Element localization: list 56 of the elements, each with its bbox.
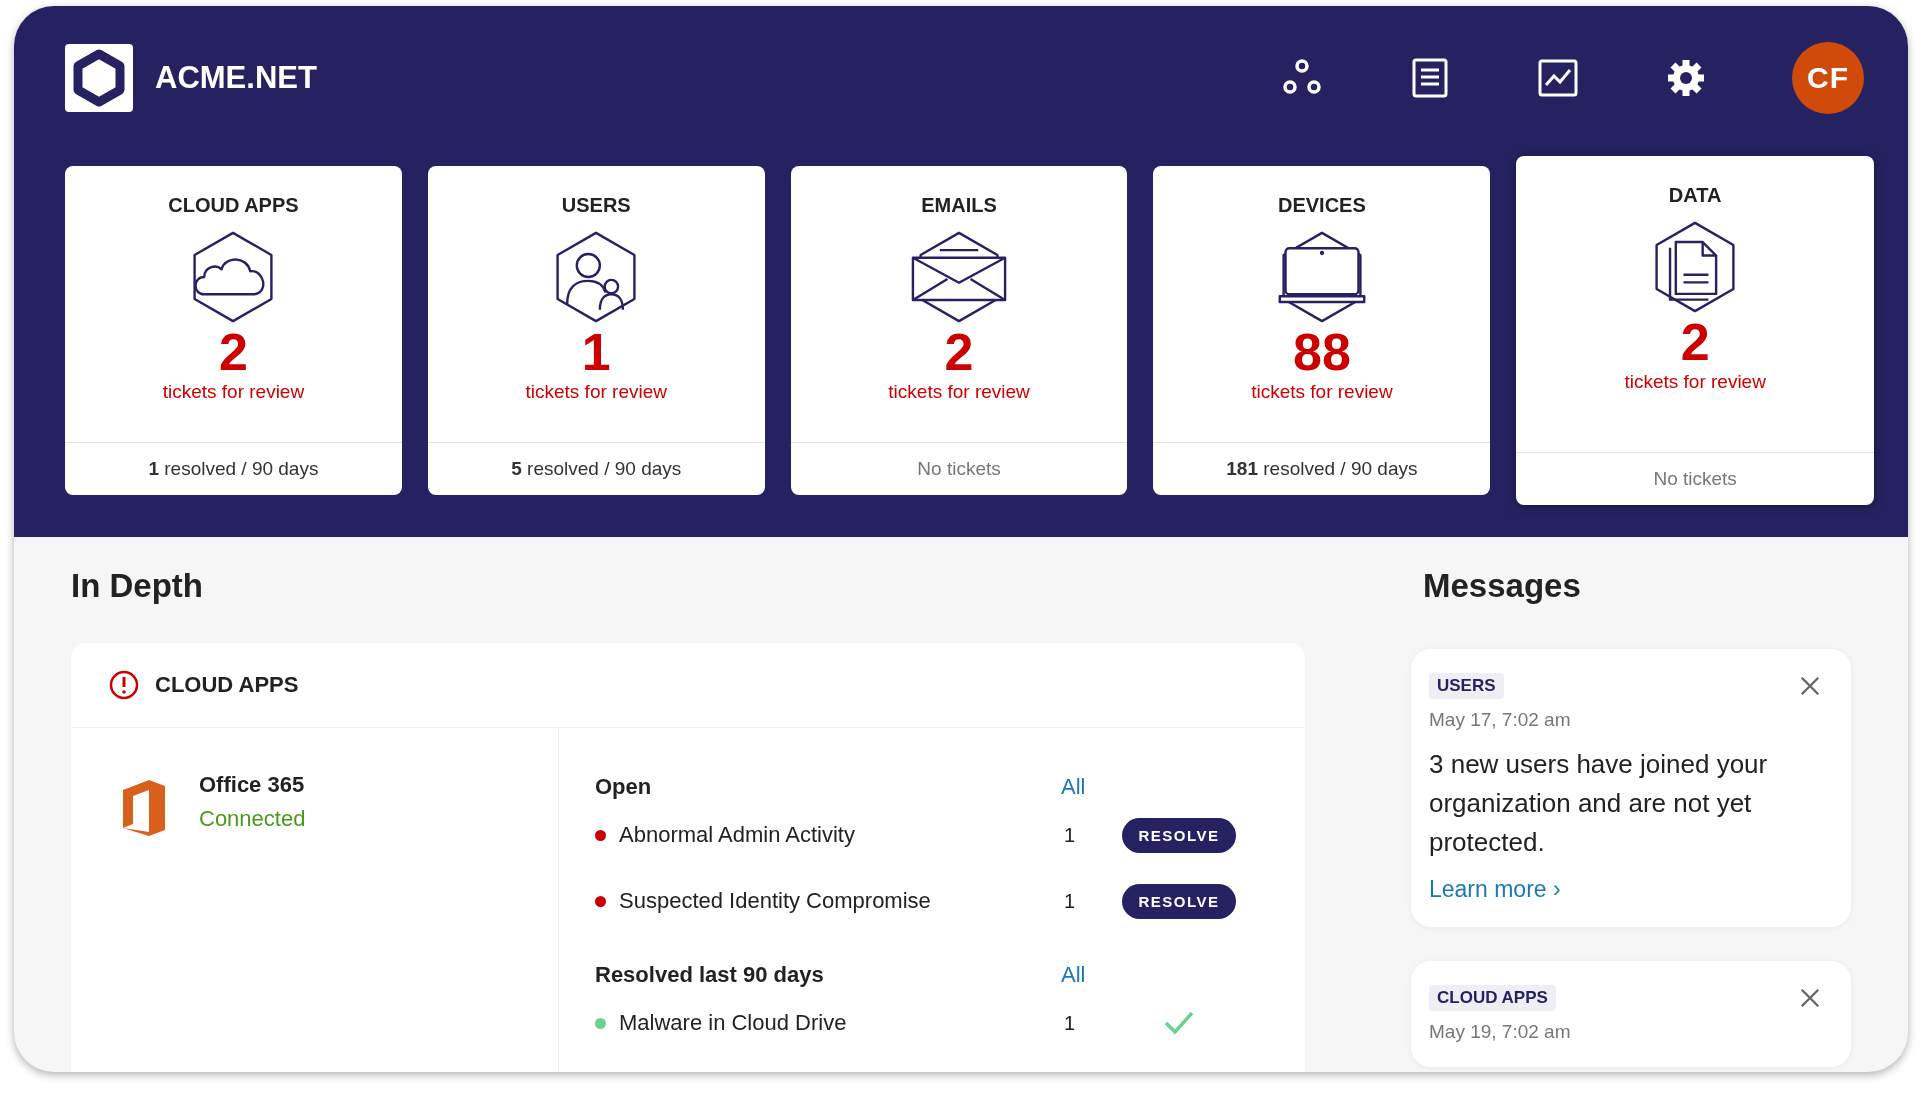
all-link[interactable]: All — [1061, 774, 1086, 800]
ticket-count: 1 — [1064, 1011, 1077, 1035]
ticket-caption: tickets for review — [888, 381, 1030, 403]
card-title: DEVICES — [1278, 194, 1366, 217]
resolve-button[interactable]: RESOLVE — [1122, 883, 1236, 919]
resolved-summary: 181 resolved / 90 days — [1225, 457, 1419, 481]
resolve-button[interactable]: RESOLVE — [1122, 817, 1236, 853]
category-card[interactable]: CLOUD APPS 2 tickets for review 1 resolved / 90 days — [65, 166, 402, 495]
card-title: DATA — [1668, 184, 1722, 207]
ticket-count: 1 — [581, 325, 611, 379]
section-heading: In Depth — [71, 567, 204, 606]
connection-status: Connected — [199, 806, 306, 832]
card-title: CLOUD APPS — [168, 194, 299, 217]
message-text: 3 new users have joined your organization and are not yet protected. — [1429, 748, 1769, 859]
resolved-summary: 1 resolved / 90 days — [147, 457, 320, 481]
brand-name: ACME.NET — [155, 60, 317, 96]
learn-more-link[interactable]: Learn more › — [1429, 876, 1833, 903]
category-card[interactable]: DEVICES 88 tickets for review 181 resolved / 90 days — [1153, 166, 1491, 495]
close-icon[interactable] — [1799, 675, 1821, 697]
category-card[interactable]: USERS 1 tickets for review 5 resolved / 90 days — [427, 166, 765, 495]
card-title: EMAILS — [921, 194, 997, 217]
ticket-count: 1 — [1064, 889, 1077, 913]
close-icon[interactable] — [1799, 987, 1821, 1009]
ticket-caption: tickets for review — [162, 381, 305, 403]
section-heading: Messages — [1423, 567, 1582, 606]
hexagon-logo-icon[interactable] — [65, 44, 133, 112]
category-card[interactable]: DATA 2 tickets for review No tickets — [1516, 156, 1874, 505]
ticket-caption: tickets for review — [1624, 371, 1766, 393]
user-avatar[interactable]: CF — [1792, 42, 1864, 114]
checkmark-icon — [1164, 1011, 1194, 1035]
ticket-caption: tickets for review — [1251, 381, 1393, 403]
ticket-caption: tickets for review — [525, 381, 667, 403]
ticket-name: Suspected Identity Compromise — [619, 888, 932, 914]
group-title: Open — [595, 774, 653, 800]
message-date: May 19, 7:02 am — [1429, 1021, 1572, 1043]
group-title: Resolved last 90 days — [595, 962, 825, 988]
category-tag: CLOUD APPS — [1429, 985, 1556, 1011]
all-link[interactable]: All — [1061, 962, 1086, 988]
ticket-count: 1 — [1064, 823, 1077, 847]
category-card[interactable]: EMAILS 2 tickets for review No tickets — [790, 166, 1128, 495]
resolved-summary: 5 resolved / 90 days — [510, 457, 683, 481]
envelope-icon — [911, 229, 1008, 325]
resolved-summary: No tickets — [1652, 467, 1738, 491]
ticket-name: Malware in Cloud Drive — [619, 1010, 848, 1036]
alert-icon — [109, 670, 139, 700]
app-name: Office 365 — [199, 772, 306, 798]
ticket-name: Abnormal Admin Activity — [619, 822, 856, 848]
resolved-summary: No tickets — [916, 457, 1002, 481]
ticket-count: 2 — [218, 325, 248, 379]
category-tag: USERS — [1429, 673, 1504, 699]
ticket-count: 2 — [944, 325, 974, 379]
ticket-count: 88 — [1292, 325, 1351, 379]
card-title: USERS — [561, 194, 631, 217]
panel-title: CLOUD APPS — [155, 672, 299, 698]
ticket-count: 2 — [1680, 315, 1710, 369]
message-date: May 17, 7:02 am — [1429, 709, 1572, 731]
